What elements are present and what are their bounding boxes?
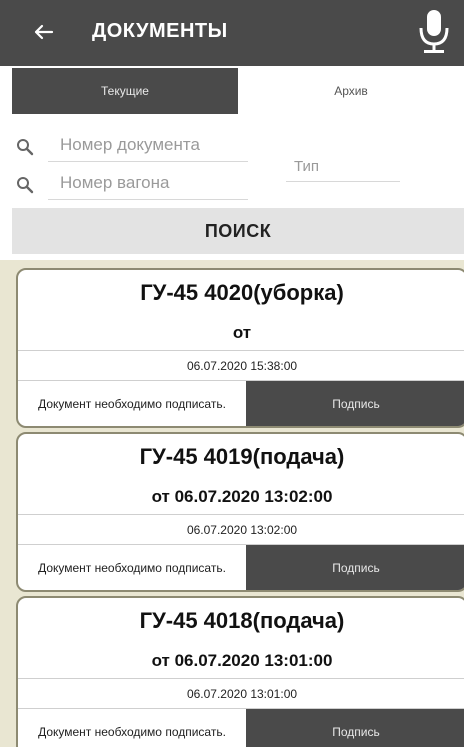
search-icon — [17, 177, 34, 194]
page-title: ДОКУМЕНТЫ — [92, 20, 228, 42]
tab-current[interactable]: Текущие — [12, 68, 238, 114]
type-select[interactable]: Тип — [286, 152, 400, 182]
wagon-number-input[interactable]: Номер вагона — [48, 170, 248, 200]
tab-bar: Текущие Архив — [12, 68, 464, 114]
document-date: 06.07.2020 15:38:00 — [18, 350, 464, 380]
document-status-message: Документ необходимо подписать. — [38, 397, 226, 411]
arrow-left-icon[interactable] — [30, 18, 58, 46]
tab-archive[interactable]: Архив — [238, 68, 464, 114]
app-bar: ДОКУМЕНТЫ — [0, 0, 464, 66]
wagon-number-search: Номер вагона — [0, 168, 260, 202]
document-date: 06.07.2020 13:02:00 — [18, 514, 464, 544]
document-status-message: Документ необходимо подписать. — [38, 561, 226, 575]
document-status-message: Документ необходимо подписать. — [38, 725, 226, 739]
document-list[interactable]: ГУ-45 4020(уборка) от 06.07.2020 15:38:0… — [0, 260, 464, 747]
sign-button[interactable]: Подпись — [246, 709, 464, 747]
doc-number-input[interactable]: Номер документа — [48, 132, 248, 162]
microphone-icon[interactable] — [416, 8, 452, 58]
doc-number-search: Номер документа — [0, 130, 260, 164]
document-from: от 06.07.2020 13:01:00 — [151, 651, 333, 670]
document-footer: Документ необходимо подписать. Подпись — [18, 544, 464, 590]
document-title: ГУ-45 4019(подача) — [139, 444, 345, 469]
document-card[interactable]: ГУ-45 4020(уборка) от 06.07.2020 15:38:0… — [16, 268, 464, 428]
document-card[interactable]: ГУ-45 4019(подача) от 06.07.2020 13:02:0… — [16, 432, 464, 592]
sign-button[interactable]: Подпись — [246, 381, 464, 426]
search-button[interactable]: ПОИСК — [12, 208, 464, 254]
document-from: от — [232, 323, 252, 342]
document-card[interactable]: ГУ-45 4018(подача) от 06.07.2020 13:01:0… — [16, 596, 464, 747]
document-footer: Документ необходимо подписать. Подпись — [18, 708, 464, 747]
document-date: 06.07.2020 13:01:00 — [18, 678, 464, 708]
document-title: ГУ-45 4018(подача) — [139, 608, 345, 633]
document-footer: Документ необходимо подписать. Подпись — [18, 380, 464, 426]
sign-button[interactable]: Подпись — [246, 545, 464, 590]
search-icon — [17, 139, 34, 156]
document-title: ГУ-45 4020(уборка) — [140, 280, 344, 305]
document-from: от 06.07.2020 13:02:00 — [151, 487, 333, 506]
